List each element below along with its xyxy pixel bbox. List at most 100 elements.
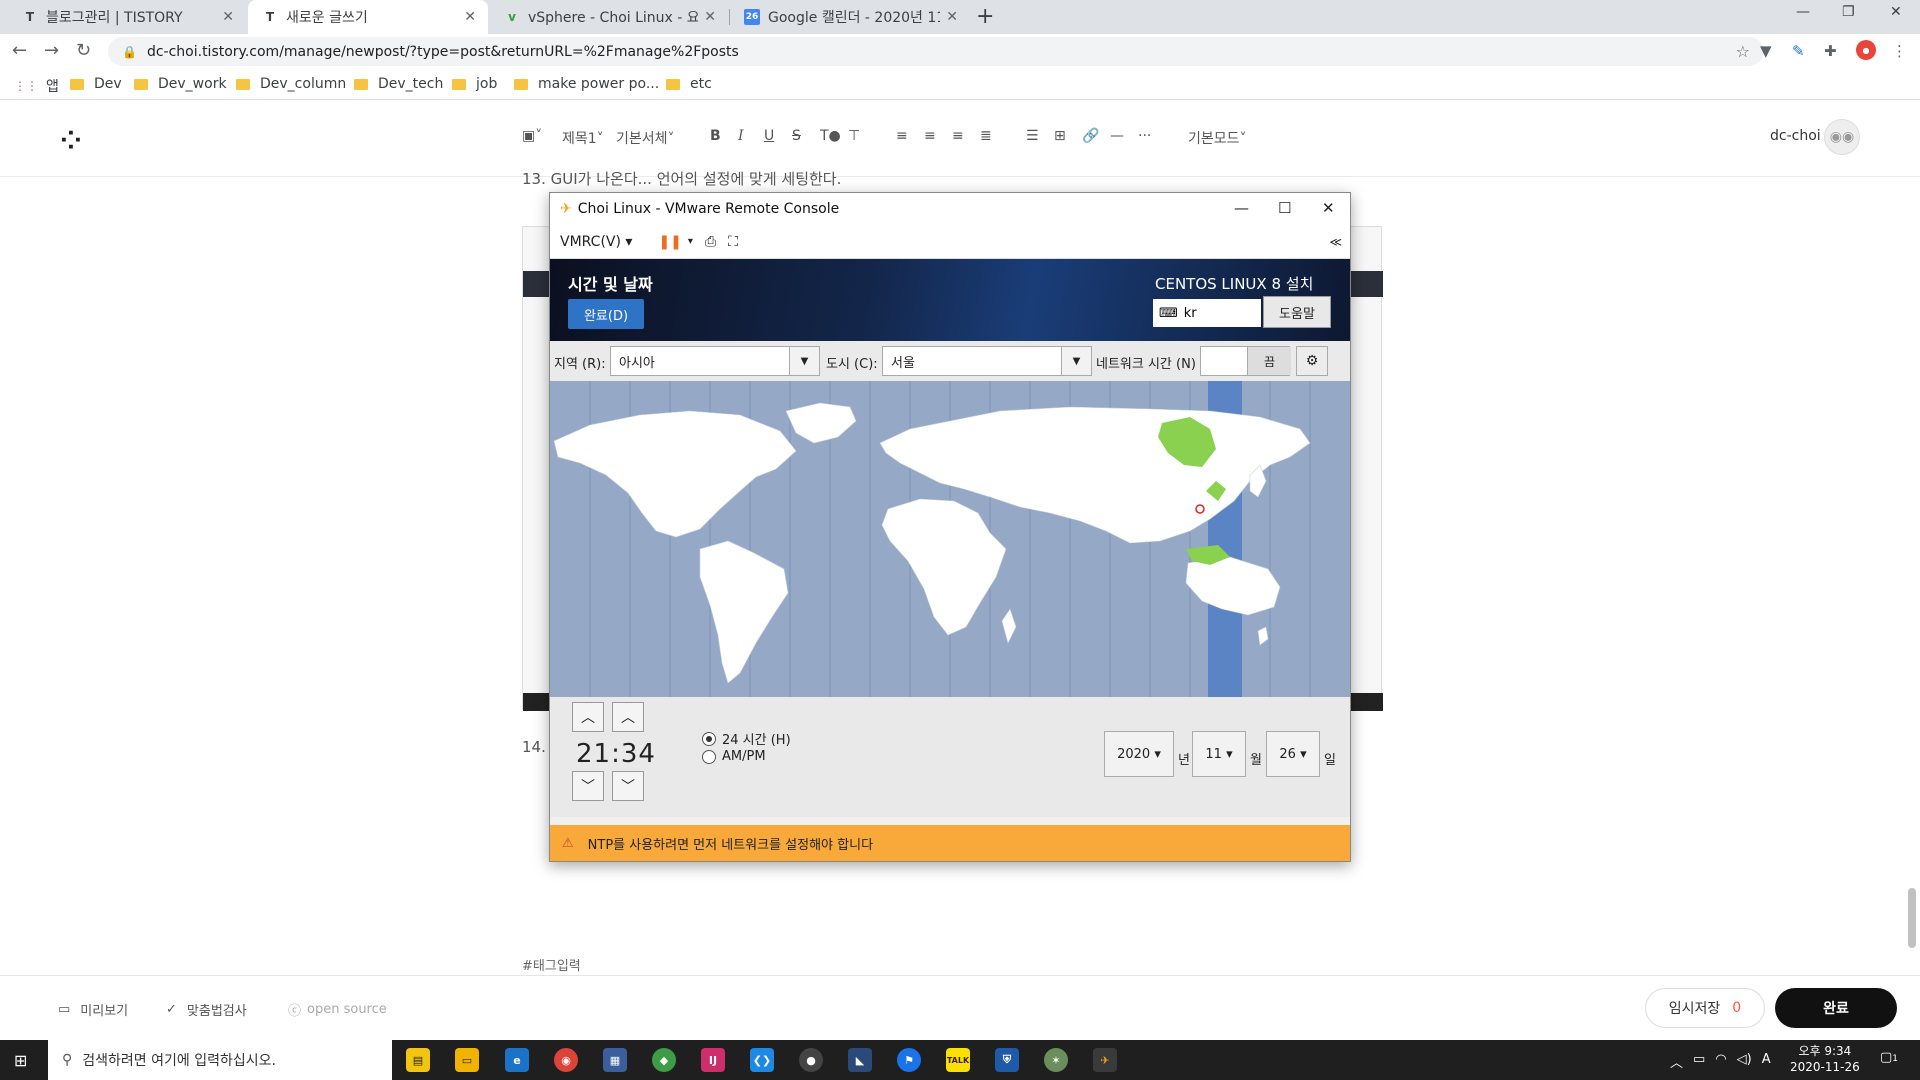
heading-select[interactable]: 제목1˅: [562, 128, 604, 148]
open-source-link[interactable]: ⓒ open source: [288, 1000, 387, 1019]
bullet-list-icon[interactable]: ☰: [1026, 128, 1039, 144]
sticky-notes-icon[interactable]: ▤: [406, 1048, 430, 1072]
volume-icon[interactable]: ◁): [1737, 1052, 1752, 1071]
timezone-map[interactable]: [550, 381, 1350, 697]
app-green-icon[interactable]: ◆: [652, 1048, 676, 1072]
bold-icon[interactable]: B: [710, 128, 721, 144]
vmrc-taskbar-icon[interactable]: ✈: [1093, 1048, 1117, 1072]
bookmark-apps[interactable]: ⋮⋮ 앱: [14, 76, 59, 96]
minute-up-button[interactable]: ︿: [612, 702, 644, 732]
format-ampm-radio[interactable]: AM/PM: [702, 749, 766, 764]
taskbar-search-input[interactable]: ⚲ 검색하려면 여기에 입력하십시오.: [48, 1040, 392, 1080]
forward-icon[interactable]: →: [44, 40, 59, 61]
align-center-icon[interactable]: ≡: [924, 128, 936, 144]
bookmark-make-power[interactable]: make power po...: [514, 76, 659, 92]
app-globe-icon[interactable]: ✶: [1044, 1048, 1068, 1072]
text-color-icon[interactable]: T●: [820, 128, 841, 144]
notification-center-icon[interactable]: ▢1: [1880, 1050, 1898, 1065]
align-right-icon[interactable]: ≡: [952, 128, 964, 144]
keyboard-layout-indicator[interactable]: ⌨ kr: [1153, 299, 1261, 327]
month-select[interactable]: 11 ▾: [1192, 731, 1246, 777]
tab-vsphere[interactable]: v vSphere - Choi Linux - 요약 ✕: [490, 0, 728, 34]
editor-mode-select[interactable]: 기본모드˅: [1188, 128, 1247, 148]
bookmark-etc[interactable]: etc: [666, 76, 712, 92]
align-left-icon[interactable]: ≡: [896, 128, 908, 144]
extension-pen-icon[interactable]: ✎: [1792, 42, 1805, 60]
publish-button[interactable]: 완료: [1775, 988, 1897, 1028]
collapse-icon[interactable]: ≪: [1329, 235, 1342, 249]
ntp-toggle[interactable]: 끔: [1200, 346, 1291, 376]
scrollbar-thumb[interactable]: [1908, 888, 1916, 948]
tag-input[interactable]: #태그입력: [522, 955, 581, 974]
ntp-settings-gear-icon[interactable]: ⚙: [1296, 346, 1328, 376]
align-justify-icon[interactable]: ≣: [980, 128, 992, 144]
minimize-icon[interactable]: —: [1796, 4, 1810, 20]
extensions-puzzle-icon[interactable]: ✚: [1824, 42, 1837, 60]
vm-minimize-icon[interactable]: —: [1234, 199, 1249, 217]
pause-icon[interactable]: ❚❚: [658, 234, 681, 250]
save-draft-button[interactable]: 임시저장 0: [1645, 988, 1765, 1028]
kakaotalk-icon[interactable]: TALK: [946, 1048, 970, 1072]
intellij-icon[interactable]: IJ: [701, 1048, 725, 1072]
strikethrough-icon[interactable]: S: [792, 128, 801, 144]
horizontal-rule-icon[interactable]: —: [1110, 128, 1124, 144]
new-tab-icon[interactable]: +: [976, 4, 994, 29]
vmrc-titlebar[interactable]: ✈ Choi Linux - VMware Remote Console — ☐…: [550, 193, 1350, 225]
table-icon[interactable]: ⊞: [1054, 128, 1066, 144]
profile-avatar-icon[interactable]: ●: [1856, 40, 1876, 60]
paragraph-step-13[interactable]: 13. GUI가 나온다... 언어의 설정에 맞게 세팅한다.: [522, 168, 1022, 186]
region-combobox[interactable]: 아시아 ▼: [610, 346, 820, 376]
bookmark-dev-tech[interactable]: Dev_tech: [354, 76, 443, 92]
github-desktop-icon[interactable]: ●: [799, 1048, 823, 1072]
remote-desktop-icon[interactable]: ▦: [603, 1048, 627, 1072]
tistory-logo-icon[interactable]: ⁘: [60, 126, 82, 156]
taskbar-clock[interactable]: 오후 9:34 2020-11-26: [1790, 1043, 1860, 1075]
format-24h-radio[interactable]: 24 시간 (H): [702, 729, 791, 748]
tab-blog-admin[interactable]: T 블로그관리 | TISTORY ✕: [8, 0, 246, 34]
internet-explorer-icon[interactable]: e: [505, 1048, 529, 1072]
close-tab-icon[interactable]: ✕: [946, 9, 958, 25]
close-tab-icon[interactable]: ✕: [704, 9, 716, 25]
maps-icon[interactable]: ⚑: [897, 1048, 921, 1072]
file-explorer-icon[interactable]: ▭: [455, 1048, 479, 1072]
day-select[interactable]: 26 ▾: [1266, 731, 1320, 777]
extension-v-icon[interactable]: ▼: [1760, 42, 1772, 60]
close-tab-icon[interactable]: ✕: [222, 9, 234, 25]
tray-chevron-up-icon[interactable]: ︿: [1670, 1052, 1683, 1071]
vm-close-icon[interactable]: ✕: [1322, 199, 1335, 217]
chrome-icon[interactable]: ◉: [554, 1048, 578, 1072]
wifi-icon[interactable]: ◠: [1715, 1052, 1726, 1071]
close-window-icon[interactable]: ✕: [1890, 4, 1902, 20]
tab-new-post[interactable]: T 새로운 글쓰기 ✕: [248, 0, 488, 34]
spellcheck-button[interactable]: ✓ 맞춤법검사: [166, 1000, 247, 1019]
vm-maximize-icon[interactable]: ☐: [1278, 199, 1291, 217]
bookmark-star-icon[interactable]: ☆: [1736, 42, 1750, 61]
tab-google-calendar[interactable]: 26 Google 캘린더 - 2020년 11월 ✕: [730, 0, 970, 34]
pause-dropdown-icon[interactable]: ▾: [688, 236, 693, 247]
text-background-icon[interactable]: ⊤: [848, 128, 860, 144]
more-icon[interactable]: ···: [1138, 128, 1151, 144]
preview-button[interactable]: ▭ 미리보기: [58, 1000, 128, 1019]
address-bar[interactable]: 🔒 dc-choi.tistory.com/manage/newpost/?ty…: [108, 37, 1764, 66]
done-button[interactable]: 완료(D): [568, 299, 644, 329]
help-button[interactable]: 도움말: [1263, 296, 1331, 328]
font-select[interactable]: 기본서체˅: [616, 128, 675, 148]
page-scrollbar[interactable]: [1904, 177, 1920, 975]
chevron-down-icon[interactable]: ▼: [789, 347, 819, 375]
close-tab-icon[interactable]: ✕: [464, 9, 476, 25]
italic-icon[interactable]: I: [738, 128, 744, 144]
link-icon[interactable]: 🔗: [1082, 128, 1099, 144]
year-select[interactable]: 2020 ▾: [1104, 731, 1174, 777]
back-icon[interactable]: ←: [12, 40, 27, 61]
send-ctrl-alt-del-icon[interactable]: ⎙: [705, 234, 716, 250]
chevron-down-icon[interactable]: ▼: [1061, 347, 1091, 375]
hour-down-button[interactable]: ﹀: [572, 771, 604, 801]
avatar[interactable]: ◉◉: [1824, 119, 1860, 155]
image-insert-icon[interactable]: ▣˅: [522, 128, 542, 144]
security-shield-icon[interactable]: ⛨: [995, 1048, 1019, 1072]
menu-kebab-icon[interactable]: ⋮: [1892, 42, 1907, 60]
underline-icon[interactable]: U: [764, 128, 774, 144]
bookmark-dev-work[interactable]: Dev_work: [134, 76, 227, 92]
vmrc-menu[interactable]: VMRC(V) ▾: [560, 234, 632, 250]
vscode-icon[interactable]: ❮❯: [750, 1048, 774, 1072]
